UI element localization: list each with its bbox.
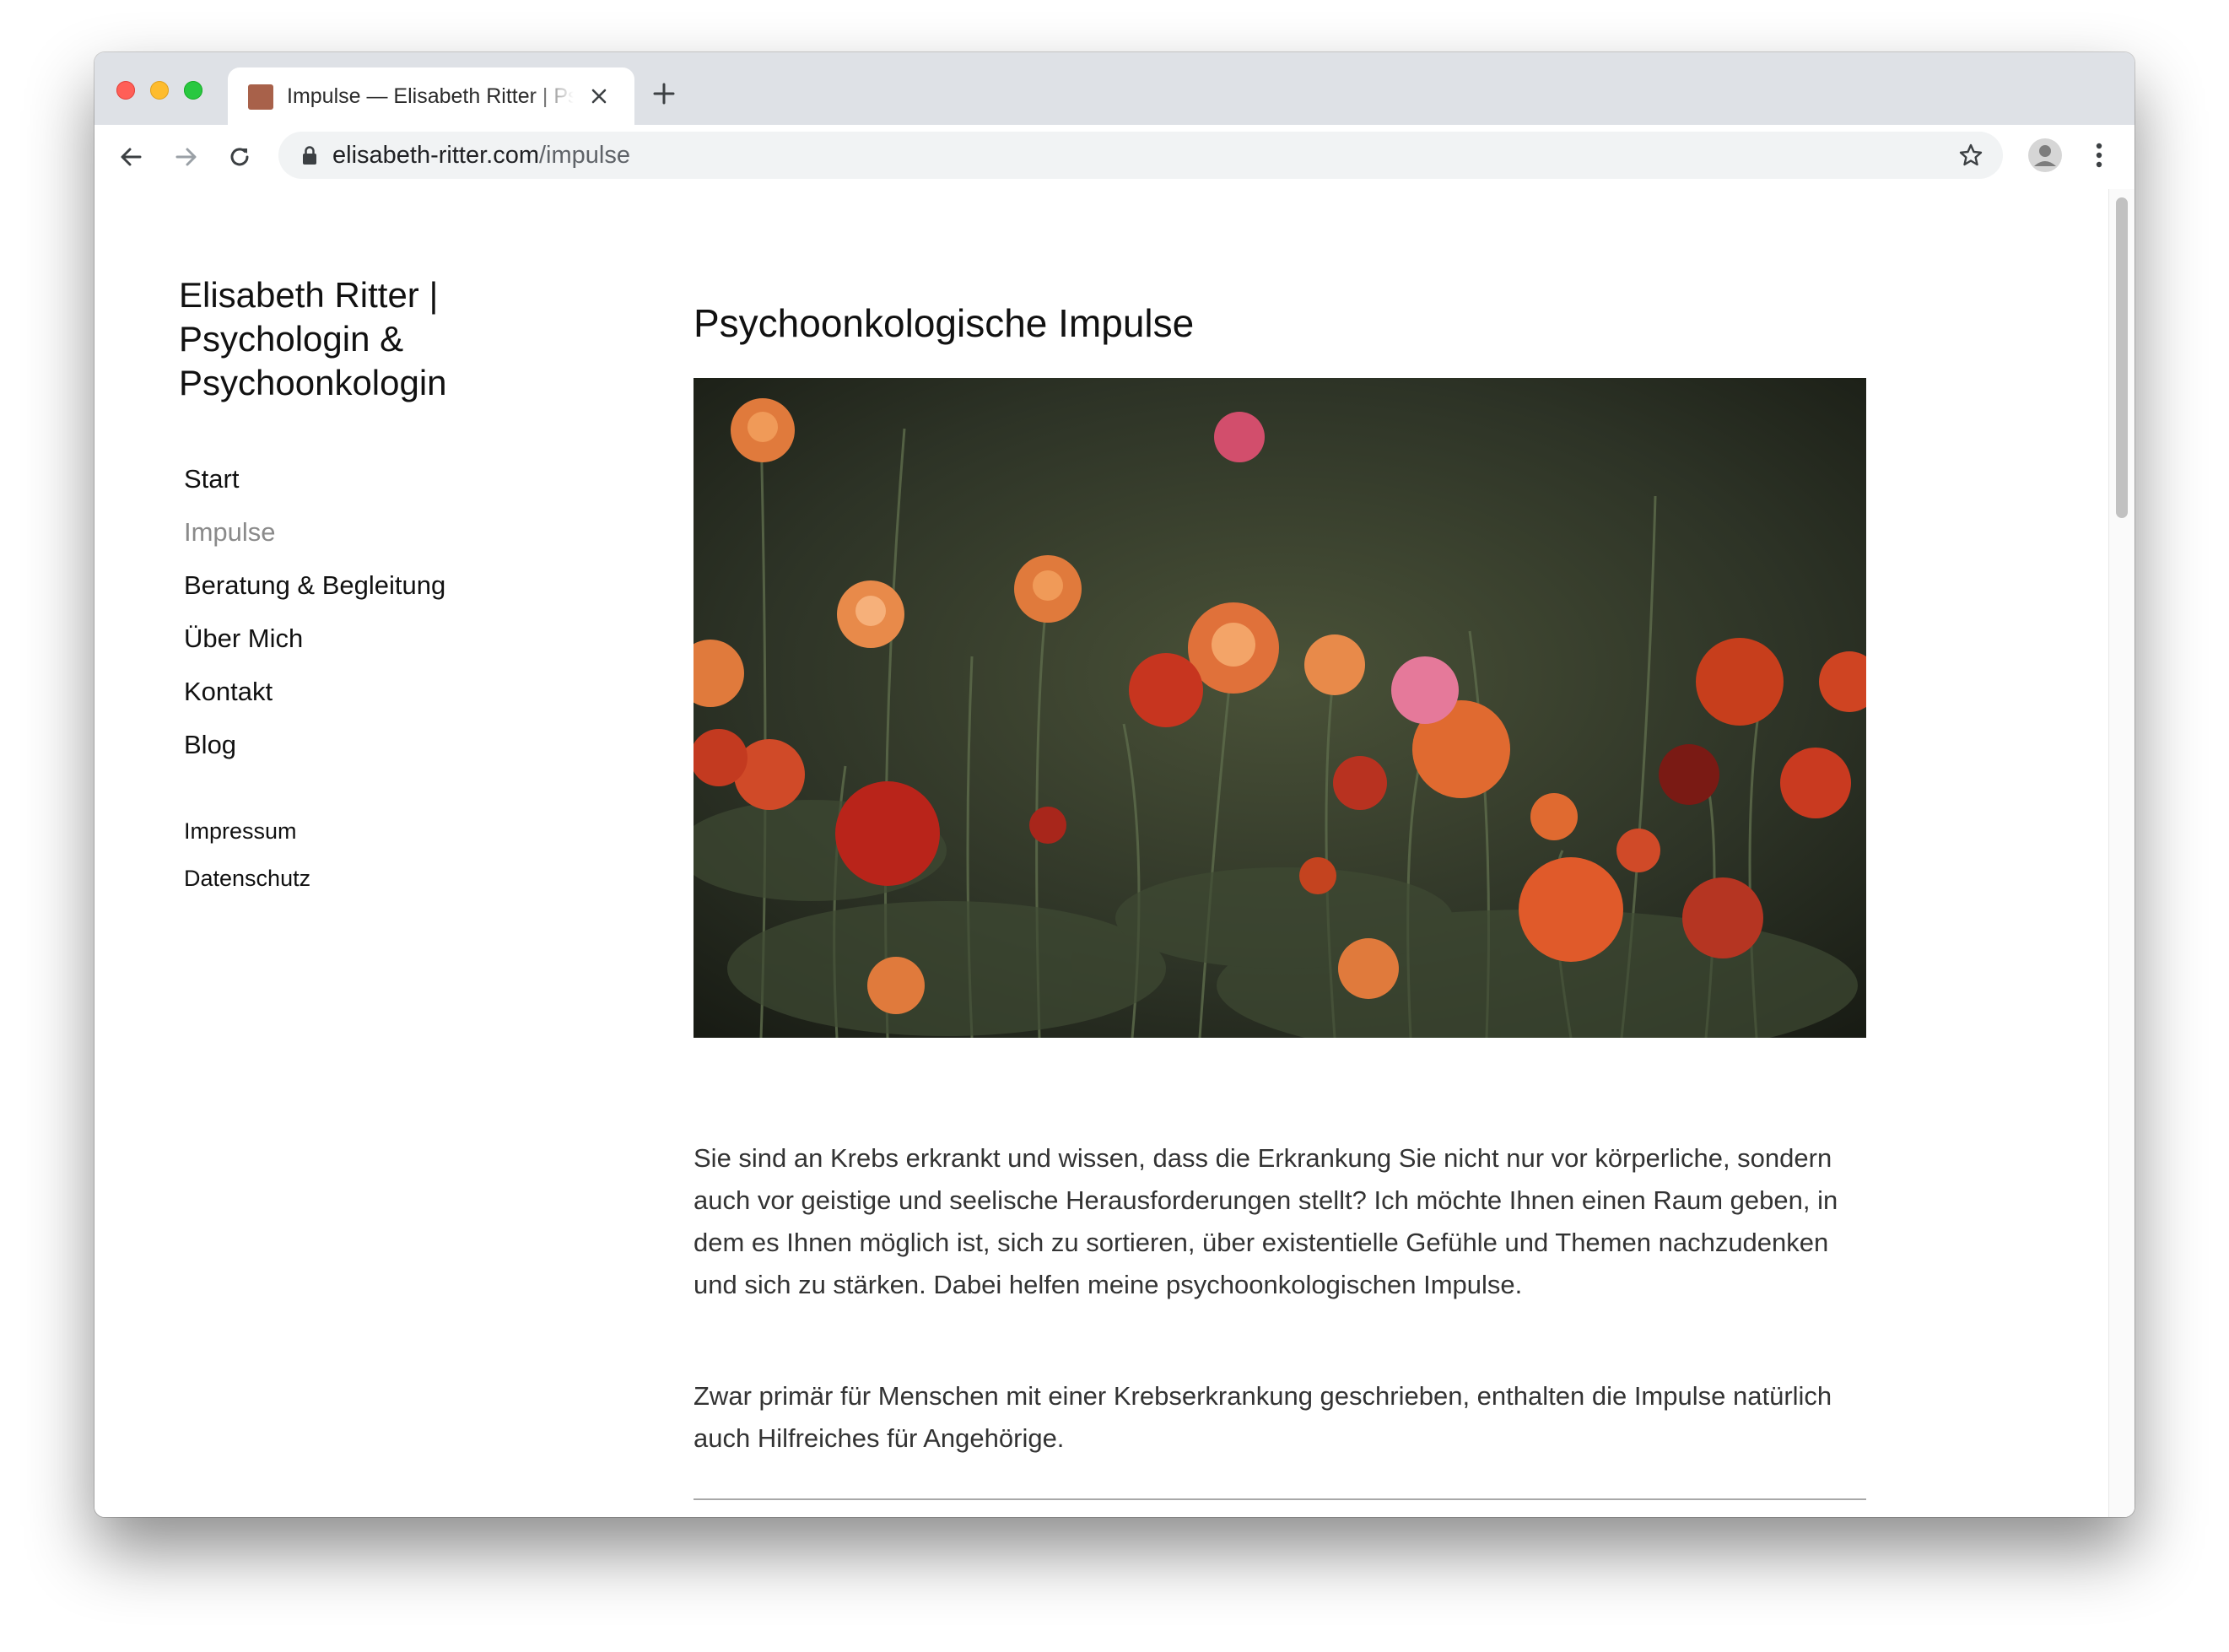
nav-item-ueber-mich[interactable]: Über Mich [184, 624, 303, 654]
url-domain: elisabeth-ritter.com [332, 142, 539, 169]
maximize-window-button[interactable] [184, 81, 202, 100]
intro-paragraph: Sie sind an Krebs erkrankt und wissen, d… [694, 1143, 1838, 1299]
nav-item-beratung[interactable]: Beratung & Begleitung [184, 570, 445, 601]
reload-icon[interactable] [224, 142, 255, 172]
nav-item-start[interactable]: Start [184, 464, 239, 494]
page-title: Psychoonkologische Impulse [694, 300, 1195, 345]
kebab-menu-icon[interactable] [2082, 138, 2116, 172]
url-path: /impulse [539, 142, 630, 169]
site-title[interactable]: Elisabeth Ritter | Psychologin & Psychoo… [179, 273, 516, 405]
nav-item-impulse[interactable]: Impulse [184, 517, 276, 548]
url-text[interactable]: elisabeth-ritter.com/impulse [332, 140, 630, 170]
favicon-icon [248, 84, 273, 110]
browser-window: Impulse — Elisabeth Ritter | Psychologin… [94, 52, 2135, 1517]
scrollbar[interactable] [2108, 189, 2135, 1517]
active-tab[interactable]: Impulse — Elisabeth Ritter | Psychologin… [228, 67, 634, 125]
impressum-link[interactable]: Impressum [184, 818, 297, 845]
minimize-window-button[interactable] [150, 81, 169, 100]
nav-item-blog[interactable]: Blog [184, 730, 236, 760]
poppy-field-illustration [694, 378, 1866, 1038]
profile-avatar-icon[interactable] [2027, 137, 2064, 174]
back-arrow-icon[interactable] [116, 142, 147, 172]
page-viewport: Elisabeth Ritter | Psychologin & Psychoo… [94, 189, 2135, 1517]
lock-icon[interactable] [300, 145, 319, 165]
nav-item-kontakt[interactable]: Kontakt [184, 677, 273, 707]
relatives-paragraph: Zwar primär für Menschen mit einer Krebs… [694, 1381, 1832, 1453]
new-tab-icon[interactable] [651, 81, 677, 106]
datenschutz-link[interactable]: Datenschutz [184, 866, 310, 892]
content-divider [694, 1498, 1866, 1500]
address-bar[interactable]: elisabeth-ritter.com/impulse [278, 132, 2003, 179]
hero-image-poppies [694, 378, 1866, 1038]
tab-title: Impulse — Elisabeth Ritter | Psychologin… [287, 84, 574, 108]
browser-toolbar: elisabeth-ritter.com/impulse [94, 125, 2135, 191]
close-window-button[interactable] [116, 81, 135, 100]
scrollbar-thumb[interactable] [2116, 197, 2128, 518]
forward-arrow-icon[interactable] [170, 142, 201, 172]
close-tab-icon[interactable] [587, 84, 611, 108]
tab-strip: Impulse — Elisabeth Ritter | Psychologin… [94, 52, 2135, 125]
bookmark-star-icon[interactable] [1957, 142, 1984, 169]
